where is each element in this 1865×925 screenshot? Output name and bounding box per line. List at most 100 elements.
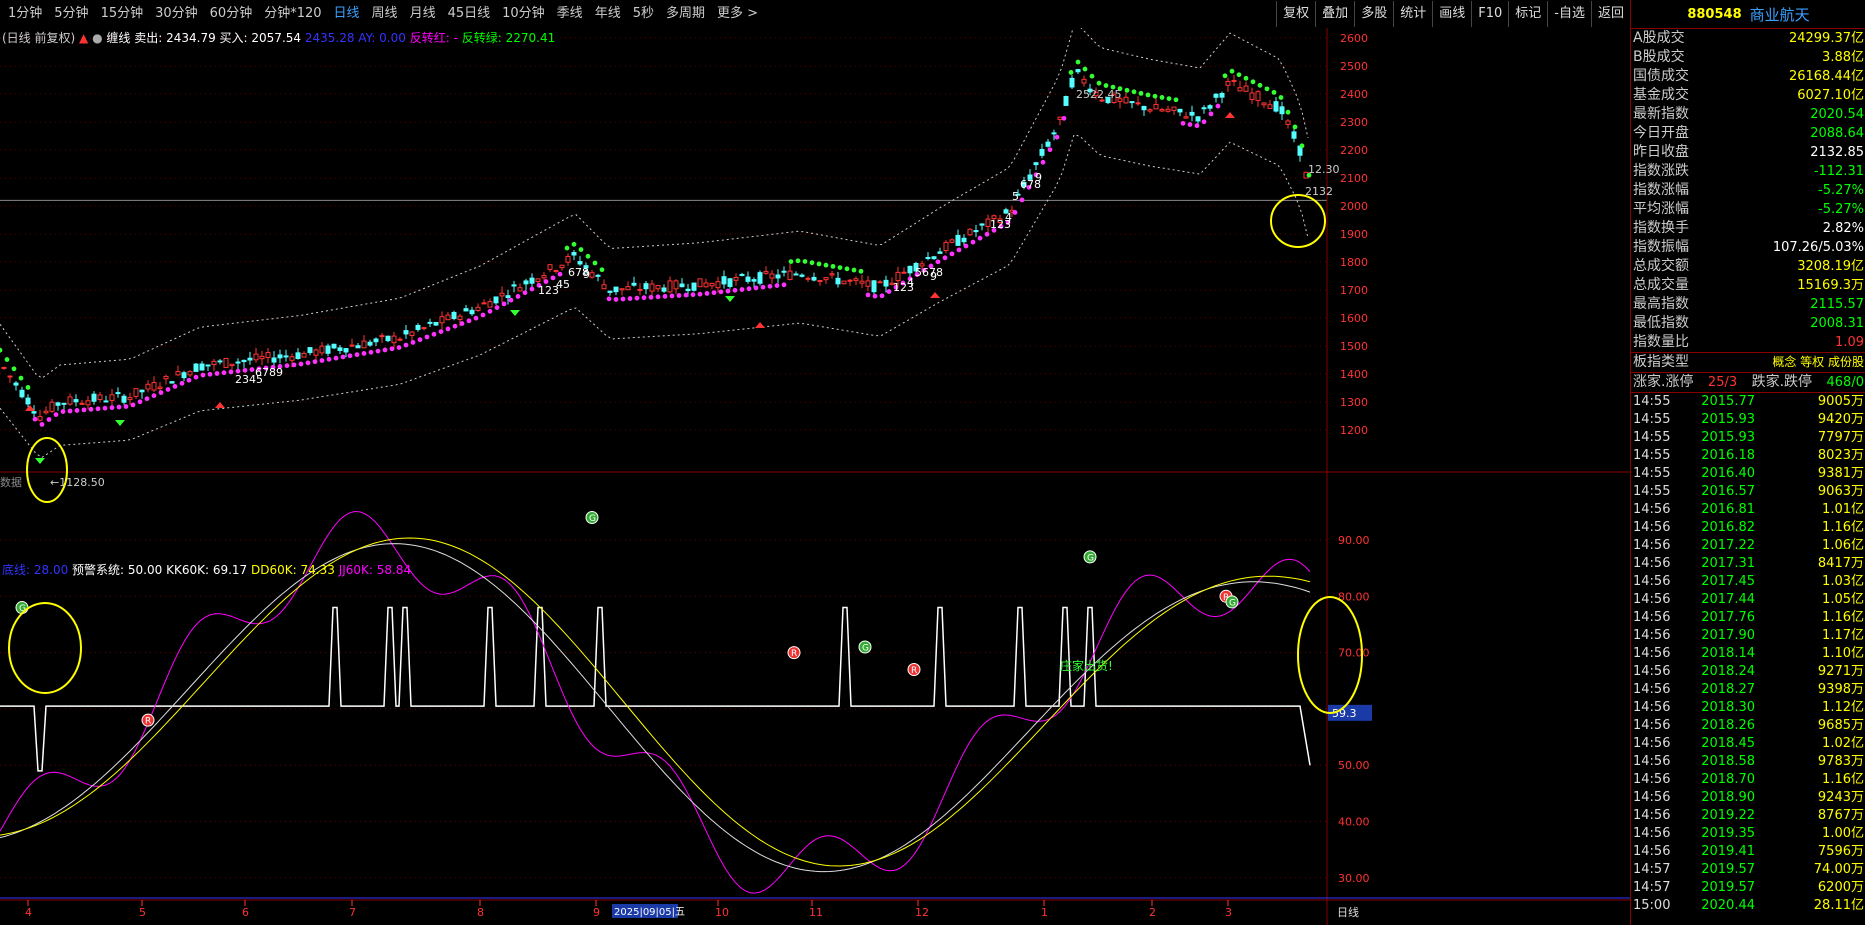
price-tick-label: 1900: [1340, 228, 1368, 241]
candle-body: [295, 352, 301, 359]
stat-key: B股成交: [1633, 49, 1685, 65]
candle-body: [853, 278, 859, 282]
period-tab[interactable]: 15分钟: [95, 0, 150, 28]
candle-body: [901, 271, 907, 274]
candle-body: [451, 311, 457, 320]
trend-dot: [641, 295, 647, 301]
period-tab[interactable]: 60分钟: [204, 0, 259, 28]
stat-value: 24299.37亿: [1788, 31, 1864, 46]
trend-dot: [865, 292, 871, 298]
stat-key: 平均涨幅: [1633, 201, 1689, 217]
trend-dot: [977, 235, 983, 241]
price-tick-label: 1200: [1340, 424, 1368, 437]
trend-dot: [823, 262, 829, 268]
tick-time: 14:56: [1633, 754, 1671, 769]
stat-row: 最低指数 2008.31: [1631, 314, 1865, 333]
candle-body: [13, 382, 19, 386]
candle-body: [1177, 108, 1183, 113]
stat-row: 平均涨幅 -5.27%: [1631, 200, 1865, 219]
period-tab[interactable]: 5分钟: [48, 0, 94, 28]
candle-body: [103, 400, 109, 403]
toolbar-button[interactable]: 标记: [1508, 1, 1547, 27]
candle-body: [601, 284, 607, 290]
tick-list[interactable]: 14:55 2015.77 9005万 14:55 2015.93 9420万 14:55 2…: [1631, 393, 1865, 915]
period-tab[interactable]: 更多 >: [711, 0, 764, 28]
tick-price: 2016.18: [1701, 448, 1755, 463]
trend-dot: [1236, 72, 1242, 78]
stat-value: 15169.3万: [1797, 278, 1864, 293]
candle-body: [553, 269, 559, 272]
period-tab[interactable]: 1分钟: [2, 0, 48, 28]
date-label: 12: [915, 906, 929, 919]
candle-body: [943, 241, 949, 251]
trend-dot: [1173, 97, 1179, 103]
toolbar-button[interactable]: 返回: [1590, 1, 1630, 27]
sub-jj: JJ60K: 58.84: [338, 563, 412, 577]
candle-body: [685, 288, 691, 292]
trend-dot: [550, 275, 556, 281]
candle-body: [961, 237, 967, 243]
price-tick-label: 1300: [1340, 396, 1368, 409]
date-label: 2: [1149, 906, 1156, 919]
candle-body: [571, 252, 577, 256]
tick-price: 2020.44: [1701, 898, 1755, 913]
candle-body: [967, 228, 973, 236]
period-tab[interactable]: 45日线: [442, 0, 497, 28]
stat-value: 107.26/5.03%: [1772, 240, 1864, 255]
kline-chart[interactable]: GRGRGRGRG 260025002400230022002100200019…: [0, 28, 1630, 925]
trend-dot: [711, 290, 717, 296]
period-tab[interactable]: 30分钟: [149, 0, 204, 28]
candle-body: [49, 401, 55, 412]
candle-body: [397, 338, 403, 341]
stat-key: 总成交量: [1633, 277, 1689, 293]
candle-body: [811, 276, 817, 281]
trend-dot: [585, 253, 591, 259]
period-tab[interactable]: 10分钟: [496, 0, 551, 28]
tick-row: 14:56 2017.90 1.17亿: [1631, 627, 1865, 645]
sequence-label: 6789: [255, 366, 283, 379]
trend-dot: [627, 296, 633, 301]
period-tab[interactable]: 日线: [328, 0, 366, 28]
tick-time: 14:56: [1633, 502, 1671, 517]
tick-row: 14:56 2019.41 7596万: [1631, 843, 1865, 861]
candle-body: [283, 355, 289, 358]
trend-dot: [389, 346, 395, 352]
period-tab[interactable]: 分钟*120: [258, 0, 327, 28]
stat-value: 3.88亿: [1822, 50, 1864, 65]
toolbar-button[interactable]: 多股: [1354, 1, 1393, 27]
candle-body: [307, 347, 313, 354]
tick-price: 2016.57: [1701, 484, 1755, 499]
period-tab[interactable]: 周线: [366, 0, 404, 28]
signal-letter: G: [1229, 598, 1236, 608]
signal-letter: G: [1087, 553, 1094, 563]
trend-dot: [396, 345, 402, 350]
toolbar-button[interactable]: 统计: [1393, 1, 1432, 27]
trend-dot: [410, 339, 416, 345]
toolbar-button[interactable]: F10: [1471, 1, 1508, 27]
settings-icon[interactable]: ●: [92, 31, 102, 45]
period-tab[interactable]: 年线: [589, 0, 627, 28]
period-tab[interactable]: 月线: [404, 0, 442, 28]
toolbar-button[interactable]: 复权: [1276, 1, 1315, 27]
price-tick-label: 2200: [1340, 144, 1368, 157]
index-name[interactable]: 商业航天: [1750, 4, 1810, 25]
candle-body: [793, 273, 799, 276]
tick-time: 14:56: [1633, 520, 1671, 535]
tick-price: 2019.35: [1701, 826, 1755, 841]
candle-body: [823, 277, 829, 281]
candle-body: [373, 338, 379, 343]
period-tab[interactable]: 5秒: [627, 0, 660, 28]
trend-dot: [46, 417, 52, 422]
period-tab[interactable]: 季线: [551, 0, 589, 28]
trend-dot: [193, 374, 199, 380]
trend-dot: [697, 291, 703, 297]
tick-price: 2019.57: [1701, 862, 1755, 877]
candle-body: [163, 375, 169, 380]
toolbar-button[interactable]: 叠加: [1315, 1, 1354, 27]
tick-volume: 9420万: [1817, 412, 1864, 427]
toolbar-button[interactable]: 画线: [1432, 1, 1471, 27]
period-tab[interactable]: 多周期: [660, 0, 711, 28]
trend-dot: [529, 286, 535, 292]
toolbar-button[interactable]: -自选: [1547, 1, 1591, 27]
trend-dot: [137, 399, 143, 405]
